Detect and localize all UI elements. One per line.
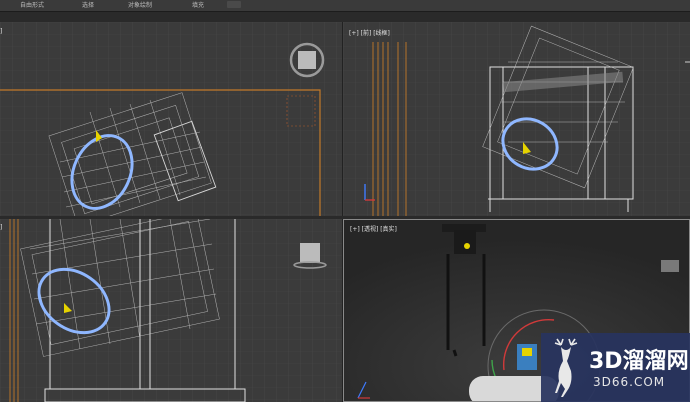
menu-selection[interactable]: 选择 [82, 0, 94, 11]
menu-bar: 自由形式 选择 对象绘制 填充 [0, 0, 690, 12]
view-dropdown-icon[interactable] [227, 1, 241, 8]
menu-object-paint[interactable]: 对象绘制 [128, 0, 152, 11]
viewport-left[interactable]: ] [0, 219, 343, 402]
deer-logo-icon [554, 338, 578, 397]
viewport-front-label[interactable]: [+] [前] [线框] [349, 28, 390, 37]
viewport-perspective-label[interactable]: [+] [透视] [真实] [350, 224, 397, 233]
watermark-url: 3D66.COM [593, 375, 666, 389]
menu-freeform[interactable]: 自由形式 [20, 0, 44, 11]
viewport-left-canvas [0, 219, 342, 402]
watermark-brand: 3D溜溜网 [589, 349, 689, 374]
viewport-top-label[interactable]: ] [0, 28, 2, 35]
viewport-left-label[interactable]: ] [0, 224, 2, 231]
watermark: 3D溜溜网 3D66.COM [541, 333, 690, 402]
viewport-front-canvas [343, 22, 690, 216]
viewport-top[interactable]: ] [0, 22, 343, 216]
menu-populate[interactable]: 填充 [192, 0, 204, 11]
viewport-front[interactable]: [+] [前] [线框] [343, 22, 690, 216]
viewport-top-canvas [0, 22, 342, 216]
